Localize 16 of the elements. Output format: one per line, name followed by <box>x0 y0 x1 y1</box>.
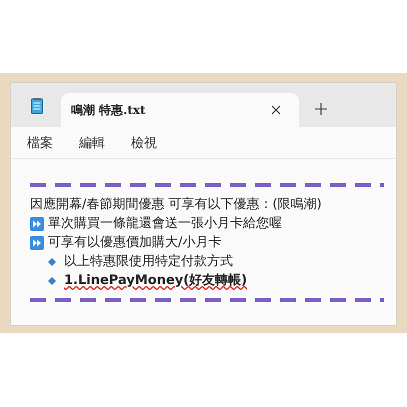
text-line: 可享有以優惠價加購大/小月卡 <box>48 234 222 252</box>
text-line: 1.LinePayMoney(好友轉帳) <box>64 272 248 290</box>
text-line: 單次購買一條龍還會送一張小月卡給您喔 <box>48 215 282 233</box>
fast-forward-icon <box>30 236 44 250</box>
fast-forward-icon <box>30 216 44 230</box>
menu-item[interactable]: 編輯 <box>79 134 105 152</box>
diamond-icon <box>48 258 56 266</box>
diamond-icon <box>48 276 56 284</box>
notepad-icon <box>31 98 43 114</box>
menu-item[interactable]: 檔案 <box>27 134 53 152</box>
close-icon[interactable] <box>271 105 281 115</box>
text-line: 以上特惠限使用特定付款方式 <box>64 253 233 271</box>
add-tab-icon[interactable] <box>315 103 327 115</box>
text-line: 因應開幕/春節期間優惠 可享有以下優惠：(限鳴潮) <box>30 196 322 214</box>
file-tab[interactable]: 鳴潮 特惠.txt <box>61 93 299 127</box>
menu-item[interactable]: 檢視 <box>131 134 157 152</box>
